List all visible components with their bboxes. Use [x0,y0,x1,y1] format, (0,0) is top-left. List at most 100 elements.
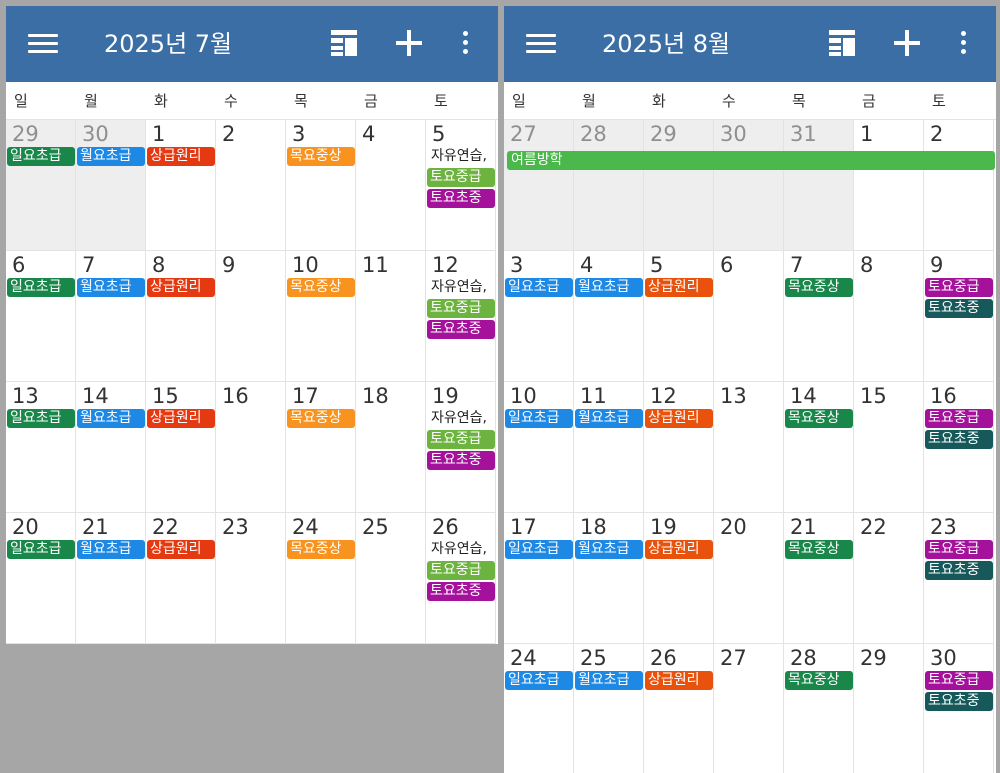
day-cell[interactable]: 5 자유연습, 토요중급 토요초중 [426,120,496,251]
event-chip[interactable]: 자유연습, [427,409,495,428]
day-cell[interactable]: 15 [854,382,924,513]
event-chip[interactable]: 상급원리 [147,409,215,428]
event-chip[interactable]: 토요중급 [427,168,495,187]
event-chip[interactable]: 토요초중 [427,582,495,601]
event-chip[interactable]: 상급원리 [147,278,215,297]
day-cell[interactable]: 20 일요초급 [6,513,76,644]
event-chip[interactable]: 상급원리 [645,278,713,297]
event-chip[interactable]: 토요초중 [925,692,993,711]
month-title[interactable]: 2025년 8월 [602,28,730,60]
event-chip[interactable]: 목요중상 [785,671,853,690]
day-cell[interactable]: 22 상급원리 [146,513,216,644]
event-chip[interactable]: 목요중상 [287,147,355,166]
day-cell[interactable]: 27 [714,644,784,773]
day-cell[interactable]: 10 일요초급 [504,382,574,513]
day-cell[interactable]: 14 목요중상 [784,382,854,513]
event-chip[interactable]: 자유연습, [427,147,495,166]
event-chip[interactable]: 일요초급 [7,540,75,559]
event-chip[interactable]: 토요중급 [925,540,993,559]
day-cell[interactable]: 19 자유연습, 토요중급 토요초중 [426,382,496,513]
event-chip[interactable]: 토요초중 [925,430,993,449]
day-cell[interactable]: 6 일요초급 [6,251,76,382]
view-layout-icon[interactable] [829,30,855,56]
event-chip[interactable]: 목요중상 [287,409,355,428]
day-cell[interactable]: 27 [504,120,574,251]
day-cell[interactable]: 20 [714,513,784,644]
day-cell[interactable]: 11 월요초급 [574,382,644,513]
day-cell[interactable]: 2 [216,120,286,251]
day-cell[interactable]: 16 토요중급 토요초중 [924,382,994,513]
day-cell[interactable]: 24 목요중상 [286,513,356,644]
event-chip[interactable]: 일요초급 [7,147,75,166]
day-cell[interactable]: 1 [854,120,924,251]
day-cell[interactable]: 6 [714,251,784,382]
more-vert-icon[interactable] [460,30,470,56]
view-layout-icon[interactable] [331,30,357,56]
day-cell[interactable]: 9 토요중급 토요초중 [924,251,994,382]
event-chip[interactable]: 토요초중 [925,561,993,580]
day-cell[interactable]: 29 일요초급 [6,120,76,251]
day-cell[interactable]: 13 [714,382,784,513]
event-chip[interactable]: 월요초급 [575,409,643,428]
event-chip[interactable]: 월요초급 [77,540,145,559]
day-cell[interactable]: 18 월요초급 [574,513,644,644]
event-chip[interactable]: 토요초중 [427,189,495,208]
day-cell[interactable]: 4 [356,120,426,251]
event-chip[interactable]: 목요중상 [785,409,853,428]
day-cell[interactable]: 26 자유연습, 토요중급 토요초중 [426,513,496,644]
event-chip[interactable]: 목요중상 [287,278,355,297]
day-cell[interactable]: 15 상급원리 [146,382,216,513]
add-icon[interactable] [894,30,920,56]
event-chip[interactable]: 일요초급 [505,540,573,559]
event-chip[interactable]: 상급원리 [645,671,713,690]
event-chip[interactable]: 자유연습, [427,278,495,297]
day-cell[interactable]: 21 월요초급 [76,513,146,644]
day-cell[interactable]: 14 월요초급 [76,382,146,513]
day-cell[interactable]: 21 목요중상 [784,513,854,644]
menu-icon[interactable] [28,32,58,54]
day-cell[interactable]: 7 월요초급 [76,251,146,382]
day-cell[interactable]: 4 월요초급 [574,251,644,382]
day-cell[interactable]: 19 상급원리 [644,513,714,644]
event-chip[interactable]: 상급원리 [645,409,713,428]
day-cell[interactable]: 24 일요초급 [504,644,574,773]
day-cell[interactable]: 26 상급원리 [644,644,714,773]
day-cell[interactable]: 29 [644,120,714,251]
event-chip[interactable]: 목요중상 [785,540,853,559]
event-chip[interactable]: 월요초급 [575,540,643,559]
day-cell[interactable]: 28 [574,120,644,251]
day-cell[interactable]: 7 목요중상 [784,251,854,382]
day-cell[interactable]: 18 [356,382,426,513]
day-cell[interactable]: 28 목요중상 [784,644,854,773]
day-cell[interactable]: 13 일요초급 [6,382,76,513]
day-cell[interactable]: 31 [784,120,854,251]
day-cell[interactable]: 25 월요초급 [574,644,644,773]
event-chip[interactable]: 토요중급 [925,278,993,297]
day-cell[interactable]: 22 [854,513,924,644]
event-chip[interactable]: 월요초급 [77,409,145,428]
event-chip[interactable]: 상급원리 [147,147,215,166]
menu-icon[interactable] [526,32,556,54]
day-cell[interactable]: 25 [356,513,426,644]
day-cell[interactable]: 17 목요중상 [286,382,356,513]
event-chip[interactable]: 토요초중 [427,451,495,470]
event-chip[interactable]: 토요중급 [427,430,495,449]
event-chip[interactable]: 월요초급 [575,278,643,297]
summer-break-event[interactable]: 여름방학 [507,151,995,170]
event-chip[interactable]: 월요초급 [77,147,145,166]
event-chip[interactable]: 일요초급 [505,671,573,690]
month-title[interactable]: 2025년 7월 [104,28,232,60]
day-cell[interactable]: 5 상급원리 [644,251,714,382]
more-vert-icon[interactable] [958,30,968,56]
day-cell[interactable]: 2 [924,120,994,251]
event-chip[interactable]: 일요초급 [7,278,75,297]
day-cell[interactable]: 17 일요초급 [504,513,574,644]
day-cell[interactable]: 8 상급원리 [146,251,216,382]
event-chip[interactable]: 자유연습, [427,540,495,559]
day-cell[interactable]: 23 [216,513,286,644]
day-cell[interactable]: 23 토요중급 토요초중 [924,513,994,644]
day-cell[interactable]: 3 목요중상 [286,120,356,251]
event-chip[interactable]: 토요중급 [427,299,495,318]
add-icon[interactable] [396,30,422,56]
day-cell[interactable]: 3 일요초급 [504,251,574,382]
